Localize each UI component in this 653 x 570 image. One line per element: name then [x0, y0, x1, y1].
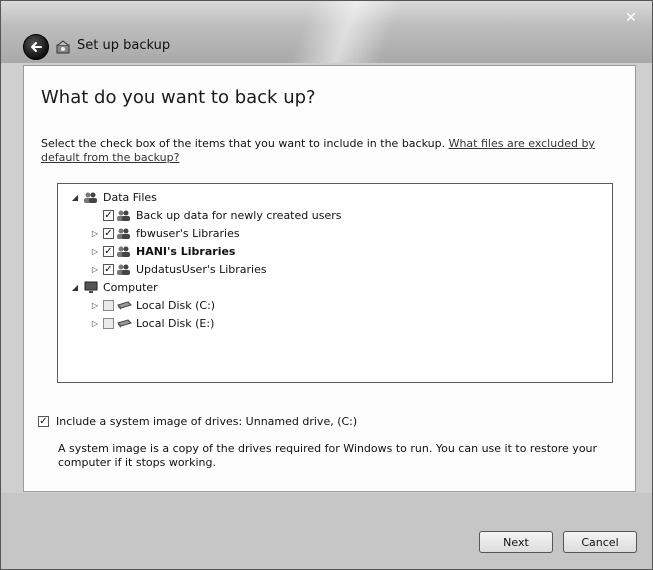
checkbox-hani[interactable]: ✓: [103, 246, 114, 257]
glass-highlight: [289, 1, 403, 63]
tree-label-data-files: Data Files: [103, 191, 157, 204]
system-image-description: A system image is a copy of the drives r…: [58, 442, 598, 469]
checkbox-local-disk-c[interactable]: [103, 300, 114, 311]
tree-node-data-files[interactable]: ◢ Data Files: [70, 189, 157, 206]
checkbox-fbwuser[interactable]: ✓: [103, 228, 114, 239]
users-icon: [84, 192, 97, 203]
backup-window: ✕ Set up backup What do you want to back…: [0, 0, 653, 570]
system-image-checkbox[interactable]: ✓: [38, 416, 49, 427]
tree-node-hani[interactable]: ▷ ✓ HANI's Libraries: [90, 243, 236, 260]
backup-wizard-icon: [56, 40, 70, 54]
tree-label-computer: Computer: [103, 281, 158, 294]
system-image-label: Include a system image of drives: Unname…: [56, 415, 358, 428]
tree-node-local-disk-c[interactable]: ▷ Local Disk (C:): [90, 297, 215, 314]
instructions-text: Select the check box of the items that y…: [41, 137, 616, 165]
checkbox-updatususer[interactable]: ✓: [103, 264, 114, 275]
next-button[interactable]: Next: [479, 531, 553, 553]
page-heading: What do you want to back up?: [41, 87, 316, 108]
expand-arrow-icon[interactable]: ▷: [90, 247, 100, 256]
users-icon: [117, 228, 130, 239]
title-bar: [1, 1, 652, 63]
collapse-arrow-icon[interactable]: ◢: [70, 193, 80, 202]
users-icon: [117, 264, 130, 275]
tree-label-updatususer: UpdatusUser's Libraries: [136, 263, 267, 276]
system-image-option[interactable]: ✓ Include a system image of drives: Unna…: [38, 415, 357, 428]
tree-label-local-disk-c: Local Disk (C:): [136, 299, 216, 312]
collapse-arrow-icon[interactable]: ◢: [70, 283, 80, 292]
footer-bar: [1, 493, 652, 569]
tree-node-computer[interactable]: ◢ Computer: [70, 279, 158, 296]
tree-node-updatususer[interactable]: ▷ ✓ UpdatusUser's Libraries: [90, 261, 267, 278]
users-icon: [117, 210, 130, 221]
back-button[interactable]: [23, 34, 49, 60]
tree-node-fbwuser[interactable]: ▷ ✓ fbwuser's Libraries: [90, 225, 240, 242]
backup-items-tree[interactable]: ◢ Data Files ✓ Back up data for newly cr…: [57, 183, 613, 383]
checkbox-newly-created-users[interactable]: ✓: [103, 210, 114, 221]
expand-arrow-icon[interactable]: ▷: [90, 229, 100, 238]
window-title: Set up backup: [77, 38, 171, 53]
instructions-body: Select the check box of the items that y…: [41, 137, 449, 150]
users-icon: [117, 246, 130, 257]
expand-arrow-icon[interactable]: ▷: [90, 301, 100, 310]
tree-label-local-disk-e: Local Disk (E:): [136, 317, 215, 330]
expand-arrow-icon[interactable]: ▷: [90, 319, 100, 328]
computer-icon: [84, 281, 98, 293]
tree-label-hani: HANI's Libraries: [136, 245, 236, 258]
hard-drive-icon: [117, 301, 132, 310]
tree-node-newly-created-users[interactable]: ✓ Back up data for newly created users: [103, 207, 341, 224]
tree-node-local-disk-e[interactable]: ▷ Local Disk (E:): [90, 315, 214, 332]
back-arrow-icon: [31, 42, 42, 52]
tree-label-fbwuser: fbwuser's Libraries: [136, 227, 240, 240]
hard-drive-icon: [117, 319, 132, 328]
close-icon[interactable]: ✕: [624, 11, 638, 25]
checkbox-local-disk-e[interactable]: [103, 318, 114, 329]
cancel-button[interactable]: Cancel: [563, 531, 637, 553]
tree-label-newly-created-users: Back up data for newly created users: [136, 209, 342, 222]
expand-arrow-icon[interactable]: ▷: [90, 265, 100, 274]
